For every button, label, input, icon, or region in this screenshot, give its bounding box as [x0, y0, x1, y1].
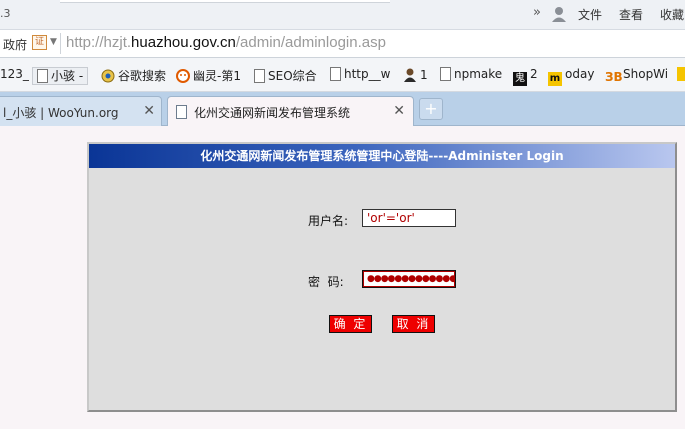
url-host-prefix: hzjt.	[103, 34, 132, 51]
bookmark-item[interactable]: http__w	[330, 67, 390, 81]
bookmark-overflow-icon[interactable]	[677, 67, 685, 84]
gui-icon: 鬼	[513, 72, 527, 86]
url-path: /admin/adminlogin.asp	[235, 34, 386, 51]
bookmark-item[interactable]: ЗBShopWi	[605, 67, 668, 84]
page-icon	[37, 69, 48, 83]
login-title: 化州交通网新闻发布管理系统管理中心登陆----Administer Login	[89, 144, 675, 168]
menu-favorites[interactable]: 收藏	[660, 6, 684, 23]
page-icon	[254, 69, 265, 83]
bookmark-item[interactable]: 幽灵-第1	[176, 67, 241, 86]
tab-label: l_小骇 | WooYun.org	[3, 106, 119, 120]
browser-title-strip: .3 » 文件 查看 收藏	[0, 0, 685, 30]
bookmark-item[interactable]: 谷歌搜索	[101, 67, 166, 86]
url-input[interactable]: http://hzjt.huazhou.gov.cn/admin/adminlo…	[66, 34, 386, 51]
ie-icon	[101, 69, 115, 86]
title-strip-edge	[60, 0, 390, 3]
address-divider	[60, 33, 61, 54]
password-input[interactable]: ●●●●●●●●●●●●●	[362, 270, 456, 288]
bookmark-item[interactable]: 鬼2	[513, 67, 538, 86]
page-icon	[176, 105, 187, 119]
username-input[interactable]: 'or'='or'	[362, 209, 456, 227]
menu-file[interactable]: 文件	[578, 6, 602, 23]
tab-label: 化州交通网新闻发布管理系统	[194, 106, 351, 120]
page-icon	[330, 67, 341, 81]
tab-huazhou-admin[interactable]: 化州交通网新闻发布管理系统 ✕	[167, 96, 414, 126]
username-label: 用户名:	[308, 214, 349, 228]
version-fragment: .3	[0, 7, 11, 20]
submit-button[interactable]: 确 定	[329, 315, 372, 333]
bookmark-item[interactable]: 1	[403, 67, 428, 85]
certificate-icon[interactable]: 证	[32, 35, 47, 50]
b-icon: ЗB	[605, 70, 623, 84]
ghost-icon	[176, 69, 190, 86]
bookmark-item[interactable]: m oday	[548, 67, 594, 86]
bookmark-item[interactable]: 小骇 -	[32, 67, 89, 85]
login-panel: 化州交通网新闻发布管理系统管理中心登陆----Administer Login …	[87, 142, 677, 412]
tab-wooyun[interactable]: l_小骇 | WooYun.org ✕	[0, 96, 162, 126]
close-icon[interactable]: ✕	[393, 103, 405, 119]
bookmark-item[interactable]: SEO综合	[254, 67, 317, 84]
hacker-icon	[403, 67, 417, 85]
bookmark-item[interactable]: npmake	[440, 67, 502, 81]
url-scheme: http://	[66, 34, 104, 51]
m-icon: m	[548, 72, 562, 86]
address-bar: 政府 证 ▼ http://hzjt.huazhou.gov.cn/admin/…	[0, 30, 685, 58]
bookmark-item[interactable]: 123_	[0, 67, 29, 81]
password-label: 密 码:	[308, 275, 344, 289]
tab-bar: l_小骇 | WooYun.org ✕ 化州交通网新闻发布管理系统 ✕ +	[0, 92, 685, 126]
url-host: huazhou.gov.cn	[131, 34, 236, 51]
close-icon[interactable]: ✕	[143, 103, 155, 119]
menu-view[interactable]: 查看	[619, 6, 643, 23]
user-icon[interactable]	[551, 5, 567, 23]
chevron-down-icon[interactable]: ▼	[50, 37, 57, 47]
more-chevron-icon[interactable]: »	[533, 5, 541, 20]
new-tab-button[interactable]: +	[419, 98, 443, 120]
bookmarks-bar: 123_ 小骇 - 谷歌搜索 幽灵-第1 SEO综合 http__w 1 npm…	[0, 58, 685, 92]
gov-site-label: 政府	[3, 38, 28, 52]
cancel-button[interactable]: 取 消	[392, 315, 435, 333]
page-icon	[440, 67, 451, 81]
